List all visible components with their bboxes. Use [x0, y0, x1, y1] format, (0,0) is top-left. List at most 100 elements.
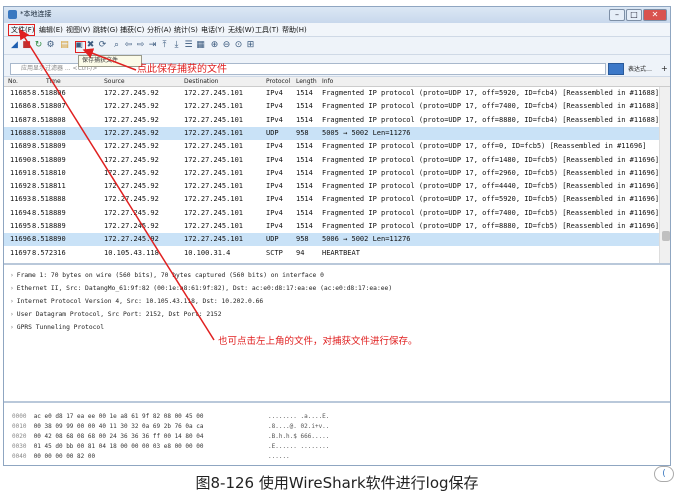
- save-tooltip: 保存捕获文件: [78, 55, 142, 67]
- hex-row: 0040 00 00 00 00 82 00......: [12, 453, 290, 460]
- find-packet-icon[interactable]: ⌕: [111, 40, 122, 51]
- packet-destination: 172.27.245.101: [184, 89, 244, 97]
- last-packet-icon[interactable]: ⤓: [171, 40, 182, 51]
- packet-time: 8.518808: [32, 115, 66, 124]
- table-row[interactable]: 11685 8.518806 172.27.245.92 172.27.245.101…: [4, 87, 670, 100]
- detail-ethernet[interactable]: › Ethernet II, Src: DatangMo_61:9f:82 (00…: [10, 285, 392, 292]
- apply-filter-button[interactable]: [608, 63, 624, 75]
- table-row[interactable]: 11689 8.518809 172.27.245.92 172.27.245.101…: [4, 140, 670, 154]
- resize-columns-icon[interactable]: ⊞: [245, 40, 256, 51]
- minimize-button[interactable]: –: [609, 9, 625, 21]
- packet-info: Fragmented IP protocol (proto=UDP 17, of…: [322, 102, 660, 111]
- table-row[interactable]: 11693 8.518888 172.27.245.92 172.27.245.101…: [4, 193, 670, 207]
- packet-info: 5006 → 5002 Len=11276: [322, 235, 411, 244]
- menu-edit[interactable]: 编辑(E): [39, 25, 63, 35]
- expand-arrow-icon[interactable]: ›: [10, 311, 14, 318]
- capture-options-icon[interactable]: ⚙: [45, 40, 56, 51]
- menu-wireless[interactable]: 无线(W): [228, 25, 254, 35]
- packet-list-scrollbar[interactable]: [659, 87, 670, 263]
- restart-capture-icon[interactable]: ↻: [33, 40, 44, 51]
- packet-time: 8.518807: [32, 102, 66, 111]
- packet-source: 10.105.43.118: [104, 248, 159, 257]
- add-filter-button[interactable]: +: [661, 64, 668, 73]
- col-protocol-header[interactable]: Protocol: [266, 78, 290, 85]
- close-button[interactable]: ✕: [643, 9, 667, 21]
- close-file-icon[interactable]: ✖: [85, 40, 96, 51]
- back-arrow-icon[interactable]: ⇦: [123, 40, 134, 51]
- packet-source: 172.27.245.92: [104, 222, 159, 230]
- detail-ipv4[interactable]: › Internet Protocol Version 4, Src: 10.10…: [10, 298, 263, 305]
- packet-protocol: IPv4: [266, 222, 283, 230]
- packet-time: 8.572316: [32, 248, 66, 257]
- packet-number: 11690: [10, 155, 32, 164]
- menu-view[interactable]: 视图(V): [66, 25, 90, 35]
- autoscroll-icon[interactable]: ☰: [183, 40, 194, 51]
- table-row[interactable]: 11696 8.518890 172.27.245.92 172.27.245.101…: [4, 233, 670, 247]
- col-no-header[interactable]: No.: [8, 78, 18, 85]
- packet-length: 1514: [296, 89, 313, 97]
- colorize-icon[interactable]: ▦: [195, 40, 206, 51]
- expand-arrow-icon[interactable]: ›: [10, 298, 14, 305]
- table-row[interactable]: 11697 8.572316 10.105.43.118 10.100.31.4 SCT…: [4, 246, 670, 260]
- packet-destination: 172.27.245.101: [184, 208, 244, 217]
- table-row[interactable]: 11691 8.518810 172.27.245.92 172.27.245.101…: [4, 166, 670, 180]
- open-file-icon[interactable]: ▤: [59, 40, 70, 51]
- packet-list: No. Time Source Destination Protocol Len…: [4, 77, 670, 265]
- expression-button[interactable]: 表达式…: [628, 64, 652, 73]
- col-time-header[interactable]: Time: [46, 78, 61, 85]
- col-info-header[interactable]: Info: [322, 78, 333, 85]
- detail-udp[interactable]: › User Datagram Protocol, Src Port: 2152,…: [10, 311, 222, 318]
- table-row[interactable]: 11687 8.518808 172.27.245.92 172.27.245.101…: [4, 113, 670, 127]
- packet-length: 1514: [296, 168, 313, 177]
- zoom-in-icon[interactable]: ⊕: [209, 40, 220, 51]
- packet-destination: 172.27.245.101: [184, 142, 244, 151]
- menu-telephony[interactable]: 电话(Y): [201, 25, 225, 35]
- detail-frame[interactable]: › Frame 1: 70 bytes on wire (560 bits), 7…: [10, 272, 324, 279]
- maximize-button[interactable]: □: [626, 9, 642, 21]
- reload-icon[interactable]: ⟳: [97, 40, 108, 51]
- packet-info: Fragmented IP protocol (proto=UDP 17, of…: [322, 208, 660, 217]
- expand-arrow-icon[interactable]: ›: [10, 285, 14, 292]
- col-destination-header[interactable]: Destination: [184, 78, 218, 85]
- col-source-header[interactable]: Source: [104, 78, 125, 85]
- table-row[interactable]: 11688 8.518808 172.27.245.92 172.27.245.101…: [4, 126, 670, 140]
- packet-source: 172.27.245.92: [104, 168, 159, 177]
- corner-annotation: 也可点击左上角的文件，对捕获文件进行保存。: [218, 336, 418, 347]
- shark-fin-start-icon[interactable]: ◢: [9, 40, 20, 51]
- first-packet-icon[interactable]: ⤒: [159, 40, 170, 51]
- file-menu-highlight-box: [8, 24, 35, 36]
- menu-analyze[interactable]: 分析(A): [147, 25, 171, 35]
- expand-arrow-icon[interactable]: ›: [10, 272, 14, 279]
- packet-time: 8.518809: [32, 142, 66, 151]
- col-length-header[interactable]: Length: [296, 78, 317, 85]
- packet-length: 1514: [296, 142, 313, 151]
- zoom-out-icon[interactable]: ⊖: [221, 40, 232, 51]
- zoom-reset-icon[interactable]: ⊙: [233, 40, 244, 51]
- packet-info: Fragmented IP protocol (proto=UDP 17, of…: [322, 195, 660, 204]
- packet-time: 8.518888: [32, 195, 66, 204]
- packet-time: 8.518889: [32, 222, 66, 230]
- packet-number: 11685: [10, 89, 32, 97]
- table-row[interactable]: 11690 8.518809 172.27.245.92 172.27.245.101…: [4, 153, 670, 167]
- menu-go[interactable]: 跳转(G): [93, 25, 118, 35]
- stop-capture-icon[interactable]: ■: [21, 40, 32, 51]
- menu-tools[interactable]: 工具(T): [255, 25, 279, 35]
- goto-packet-icon[interactable]: ⇥: [147, 40, 158, 51]
- menu-statistics[interactable]: 统计(S): [174, 25, 198, 35]
- forward-arrow-icon[interactable]: ⇨: [135, 40, 146, 51]
- menu-capture[interactable]: 捕获(C): [120, 25, 144, 35]
- table-row[interactable]: 11694 8.518889 172.27.245.92 172.27.245.101…: [4, 206, 670, 220]
- detail-gtp[interactable]: › GPRS Tunneling Protocol: [10, 324, 104, 331]
- packet-source: 172.27.245.92: [104, 182, 159, 191]
- packet-info: Fragmented IP protocol (proto=UDP 17, of…: [322, 142, 647, 151]
- packet-source: 172.27.245.92: [104, 208, 159, 217]
- packet-destination: 172.27.245.101: [184, 195, 244, 204]
- packet-number: 11694: [10, 208, 32, 217]
- table-row[interactable]: 11692 8.518811 172.27.245.92 172.27.245.101…: [4, 180, 670, 194]
- table-row[interactable]: 11695 8.518889 172.27.245.92 172.27.245.101…: [4, 220, 670, 233]
- table-row[interactable]: 11686 8.518807 172.27.245.92 172.27.245.101…: [4, 100, 670, 114]
- scrollbar-thumb[interactable]: [662, 231, 670, 241]
- menu-help[interactable]: 帮助(H): [282, 25, 307, 35]
- expand-arrow-icon[interactable]: ›: [10, 324, 14, 331]
- packet-destination: 172.27.245.101: [184, 235, 244, 244]
